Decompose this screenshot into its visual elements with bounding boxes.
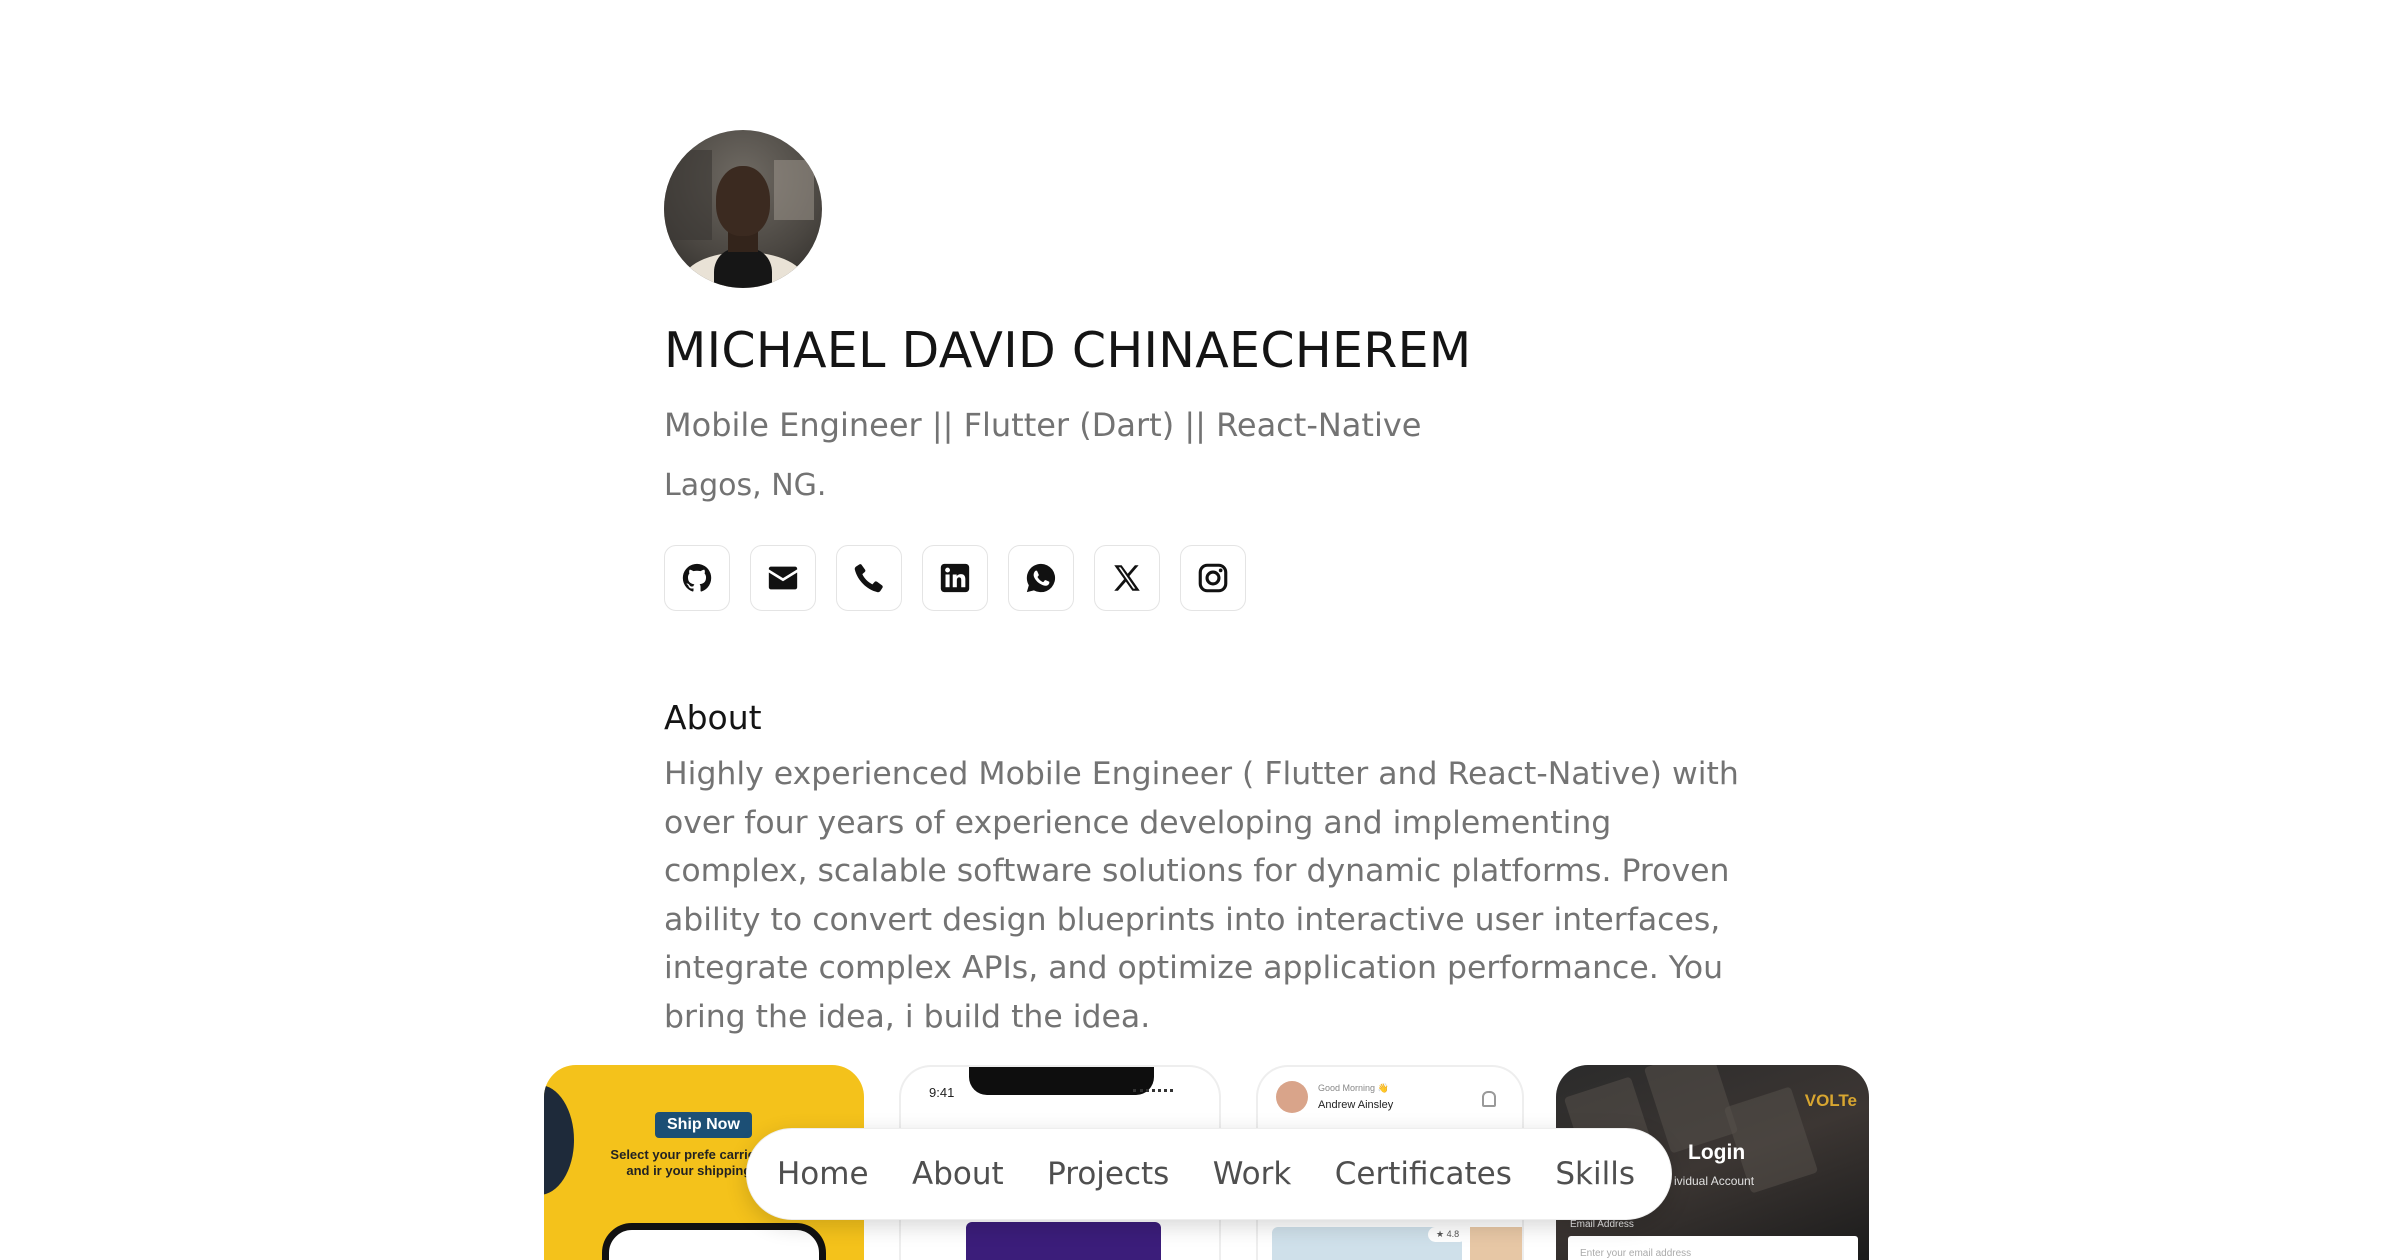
instagram-icon — [1198, 563, 1228, 593]
whatsapp-icon — [1026, 563, 1056, 593]
rating-badge: ★ 4.8 — [1428, 1227, 1468, 1242]
about-text: Highly experienced Mobile Engineer ( Flu… — [664, 756, 1739, 1035]
user-name: Andrew Ainsley — [1318, 1099, 1394, 1111]
profile-avatar — [664, 130, 822, 288]
mail-icon — [768, 566, 798, 590]
linkedin-icon — [940, 563, 970, 593]
status-icons — [1133, 1089, 1173, 1100]
profile-headline: Mobile Engineer || Flutter (Dart) || Rea… — [664, 406, 1422, 444]
about-heading: About — [664, 698, 762, 737]
nav-projects[interactable]: Projects — [1047, 1156, 1169, 1192]
email-input-preview: Enter your email address — [1568, 1236, 1858, 1260]
nav-certificates[interactable]: Certificates — [1335, 1156, 1512, 1192]
email-label: Email Address — [1570, 1219, 1634, 1230]
whatsapp-link[interactable] — [1008, 545, 1074, 611]
ship-now-badge: Ship Now — [655, 1112, 752, 1138]
login-title: Login — [1688, 1141, 1746, 1164]
email-link[interactable] — [750, 545, 816, 611]
profile-location: Lagos, NG. — [664, 468, 827, 503]
linkedin-link[interactable] — [922, 545, 988, 611]
x-link[interactable] — [1094, 545, 1160, 611]
x-icon — [1114, 565, 1140, 591]
app-brand-logo: VOLTe — [1804, 1091, 1857, 1110]
bottom-nav: Home About Projects Work Certificates Sk… — [746, 1128, 1672, 1220]
phone-icon — [854, 564, 883, 593]
user-avatar — [1276, 1081, 1308, 1113]
nav-home[interactable]: Home — [777, 1156, 869, 1192]
account-subtitle: ividual Account — [1674, 1174, 1755, 1188]
profile-name: MICHAEL DAVID CHINAECHEREM — [664, 322, 1472, 379]
bell-icon — [1482, 1091, 1496, 1107]
instagram-link[interactable] — [1180, 545, 1246, 611]
nav-about[interactable]: About — [912, 1156, 1004, 1192]
phone-link[interactable] — [836, 545, 902, 611]
nav-work[interactable]: Work — [1213, 1156, 1292, 1192]
phone-time: 9:41 — [929, 1085, 955, 1100]
github-icon — [682, 563, 712, 592]
social-links — [664, 545, 1246, 611]
greeting-text: Good Morning 👋 — [1318, 1083, 1389, 1093]
github-link[interactable] — [664, 545, 730, 611]
nav-skills[interactable]: Skills — [1555, 1156, 1635, 1192]
